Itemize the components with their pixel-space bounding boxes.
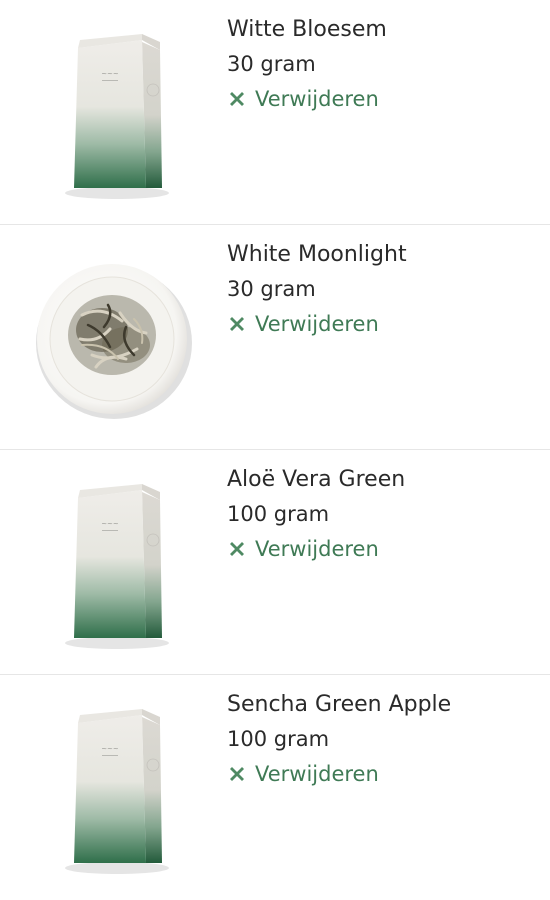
remove-button[interactable]: Verwijderen bbox=[227, 82, 387, 116]
remove-label: Verwijderen bbox=[255, 762, 379, 786]
product-weight: 100 gram bbox=[227, 502, 330, 526]
close-icon bbox=[230, 767, 244, 781]
close-icon bbox=[230, 92, 244, 106]
cart-item-list: Witte Bloesem 30 gram Verwijderen White … bbox=[0, 0, 550, 884]
tea-leaves-plate-image bbox=[22, 235, 207, 435]
tea-bag-icon bbox=[22, 10, 207, 210]
product-name: White Moonlight bbox=[227, 242, 407, 267]
item-info: White Moonlight 30 gram Verwijderen bbox=[227, 239, 407, 341]
product-weight: 30 gram bbox=[227, 52, 316, 76]
product-weight: 100 gram bbox=[227, 727, 330, 751]
product-name: Witte Bloesem bbox=[227, 17, 387, 42]
item-info: Witte Bloesem 30 gram Verwijderen bbox=[227, 14, 387, 116]
product-name: Sencha Green Apple bbox=[227, 692, 452, 717]
close-icon bbox=[230, 317, 244, 331]
list-item: Witte Bloesem 30 gram Verwijderen bbox=[0, 0, 550, 225]
remove-label: Verwijderen bbox=[255, 87, 379, 111]
remove-button[interactable]: Verwijderen bbox=[227, 307, 407, 341]
remove-button[interactable]: Verwijderen bbox=[227, 532, 405, 566]
item-info: Sencha Green Apple 100 gram Verwijderen bbox=[227, 689, 451, 791]
tea-bag-icon bbox=[22, 460, 207, 660]
list-item: White Moonlight 30 gram Verwijderen bbox=[0, 225, 550, 450]
remove-label: Verwijderen bbox=[255, 312, 379, 336]
close-icon bbox=[230, 542, 244, 556]
tea-bag-icon bbox=[22, 685, 207, 885]
item-info: Aloë Vera Green 100 gram Verwijderen bbox=[227, 464, 405, 566]
remove-label: Verwijderen bbox=[255, 537, 379, 561]
list-item: Aloë Vera Green 100 gram Verwijderen bbox=[0, 450, 550, 675]
list-item: Sencha Green Apple 100 gram Verwijderen bbox=[0, 675, 550, 900]
remove-button[interactable]: Verwijderen bbox=[227, 757, 451, 791]
product-weight: 30 gram bbox=[227, 277, 316, 301]
product-name: Aloë Vera Green bbox=[227, 467, 406, 492]
